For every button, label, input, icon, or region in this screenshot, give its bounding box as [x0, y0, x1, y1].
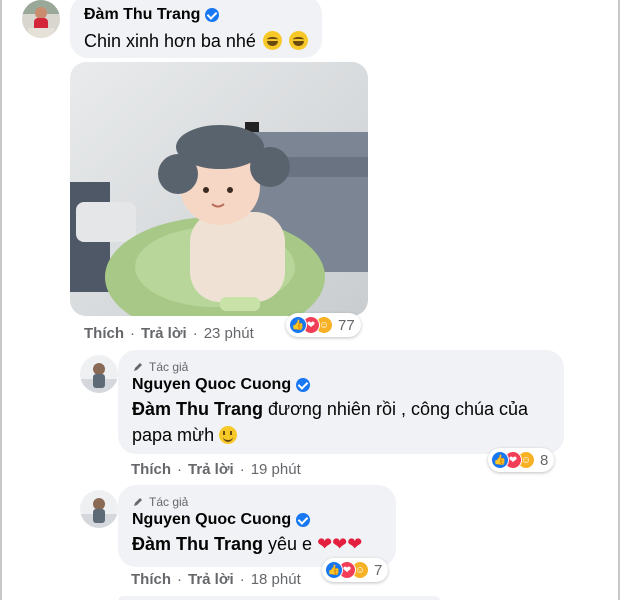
reply-text: Đàm Thu Trang yêu e ❤❤❤ [132, 531, 382, 557]
avatar[interactable] [22, 0, 60, 38]
comment-actions: Thích · Trả lời · 23 phút [84, 325, 254, 342]
separator: · [130, 325, 135, 342]
reply-body: yêu e [263, 534, 313, 554]
like-reaction-icon: 👍 [289, 316, 307, 334]
reaction-count: 7 [374, 561, 383, 579]
separator: · [177, 571, 182, 588]
comment-bubble: Đàm Thu Trang Chin xinh hơn ba nhé [70, 0, 322, 58]
next-reply-bubble [118, 596, 440, 600]
reply-actions: Thích · Trả lời · 19 phút [131, 461, 301, 478]
mention-link[interactable]: Đàm Thu Trang [132, 399, 263, 419]
like-link[interactable]: Thích [84, 325, 124, 342]
reply-bubble: Tác giả Nguyen Quoc Cuong Đàm Thu Trang … [118, 485, 396, 567]
reaction-summary[interactable]: 👍 ❤ ☺ 77 [286, 313, 361, 337]
author-label[interactable]: Nguyen Quoc Cuong [132, 376, 291, 394]
separator: · [239, 461, 245, 478]
grinning-face-icon [288, 31, 308, 50]
reaction-summary[interactable]: 👍 ❤ ☺ 7 [322, 558, 389, 582]
red-heart-icon: ❤ [347, 534, 363, 554]
reply-link[interactable]: Trả lời [188, 571, 234, 588]
reaction-count: 77 [338, 316, 355, 334]
reply-text: Đàm Thu Trang đương nhiên rồi , công chú… [132, 396, 550, 448]
author-label[interactable]: Nguyen Quoc Cuong [132, 511, 291, 529]
reply-link[interactable]: Trả lời [188, 461, 234, 478]
verified-badge-icon [296, 513, 311, 527]
author-name[interactable]: Nguyen Quoc Cuong [132, 511, 382, 529]
grinning-face-icon [262, 31, 282, 50]
like-reaction-icon: 👍 [325, 561, 343, 579]
smiling-face-icon [219, 426, 238, 444]
author-badge: Tác giả [132, 495, 382, 509]
like-reaction-icon: 👍 [491, 451, 509, 469]
red-heart-icon: ❤ [317, 534, 333, 554]
reply-bubble: Tác giả Nguyen Quoc Cuong Đàm Thu Trang … [118, 350, 564, 454]
author-name[interactable]: Nguyen Quoc Cuong [132, 376, 550, 394]
reaction-count: 8 [540, 451, 549, 469]
reaction-summary[interactable]: 👍 ❤ ☺ 8 [488, 448, 555, 472]
mention-link[interactable]: Đàm Thu Trang [132, 534, 263, 554]
separator: · [177, 461, 182, 478]
separator: · [239, 571, 245, 588]
pen-icon [134, 498, 142, 506]
avatar[interactable] [80, 490, 118, 528]
pen-icon [134, 363, 142, 371]
reply-actions: Thích · Trả lời · 18 phút [131, 571, 301, 588]
verified-badge-icon [296, 378, 311, 392]
separator: · [192, 325, 198, 342]
like-link[interactable]: Thích [131, 461, 171, 478]
author-label[interactable]: Đàm Thu Trang [84, 6, 200, 24]
comment-photo[interactable] [70, 62, 368, 316]
timestamp[interactable]: 19 phút [251, 461, 301, 478]
comment-thread: Đàm Thu Trang Chin xinh hơn ba nhé Thích… [0, 0, 620, 600]
author-name[interactable]: Đàm Thu Trang [84, 6, 308, 24]
comment-body: Chin xinh hơn ba nhé [84, 31, 256, 51]
reply-link[interactable]: Trả lời [141, 325, 187, 342]
author-badge: Tác giả [132, 360, 550, 374]
comment-text: Chin xinh hơn ba nhé [84, 28, 308, 54]
timestamp[interactable]: 18 phút [251, 571, 301, 588]
verified-badge-icon [205, 8, 220, 22]
badge-label: Tác giả [149, 495, 189, 509]
timestamp[interactable]: 23 phút [204, 325, 254, 342]
like-link[interactable]: Thích [131, 571, 171, 588]
red-heart-icon: ❤ [332, 534, 348, 554]
badge-label: Tác giả [149, 360, 189, 374]
avatar[interactable] [80, 355, 118, 393]
